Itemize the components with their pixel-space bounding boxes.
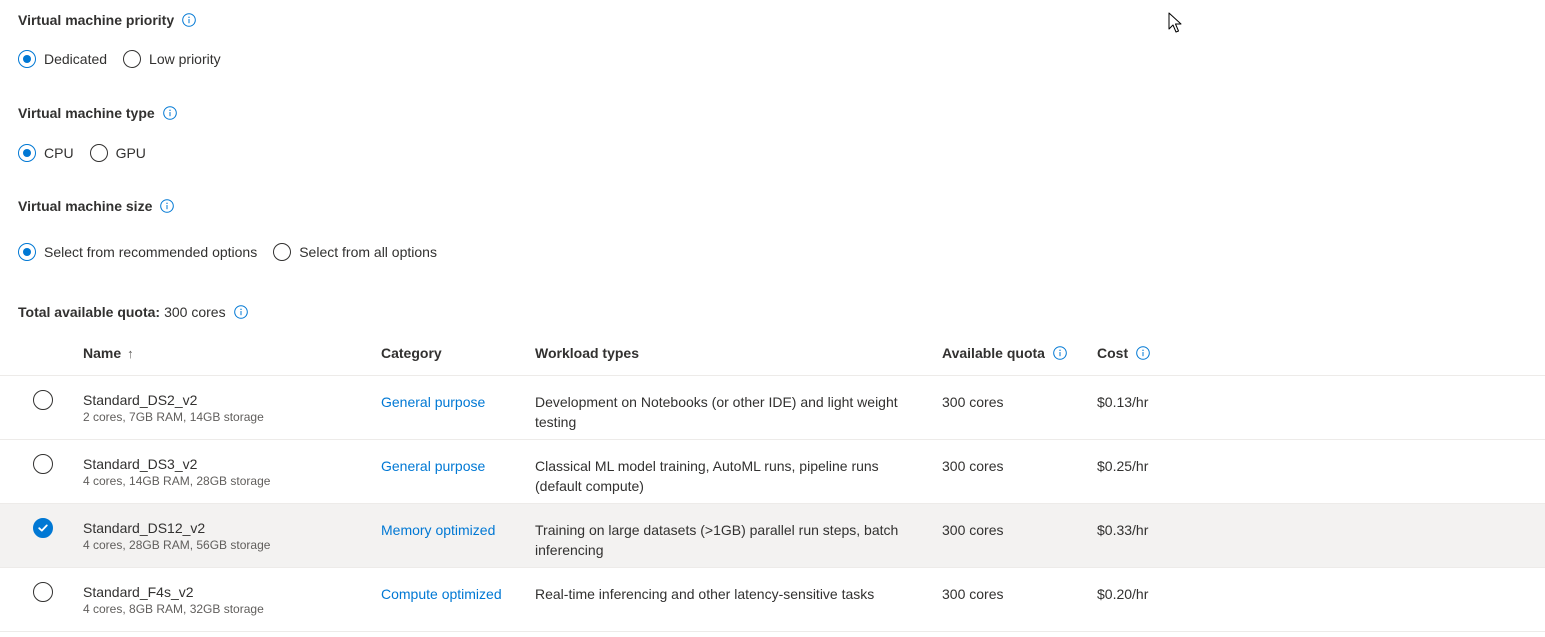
vm-size-radio-group: Select from recommended options Select f…	[18, 241, 453, 263]
vm-size-label: Virtual machine size	[18, 198, 175, 214]
radio-recommended-label: Select from recommended options	[44, 244, 258, 260]
radio-dedicated[interactable]: Dedicated	[18, 50, 107, 68]
info-icon[interactable]	[182, 13, 196, 27]
vm-type-label-text: Virtual machine type	[18, 105, 155, 121]
cell-quota: 300 cores	[942, 458, 1004, 474]
vm-name: Standard_DS3_v2	[83, 456, 198, 472]
radio-all-options[interactable]: Select from all options	[273, 243, 437, 261]
total-quota-label: Total available quota:	[18, 304, 161, 320]
column-header-workload-label: Workload types	[535, 345, 639, 361]
cell-cost: $0.13/hr	[1097, 394, 1149, 410]
cell-name: Standard_DS3_v2 4 cores, 14GB RAM, 28GB …	[83, 456, 270, 489]
info-icon[interactable]	[160, 199, 175, 213]
info-icon[interactable]	[233, 305, 248, 319]
radio-cpu[interactable]: CPU	[18, 144, 74, 162]
column-header-cost-label: Cost	[1097, 345, 1129, 361]
vm-type-label: Virtual machine type	[18, 105, 177, 121]
cell-category: General purpose	[381, 456, 485, 476]
cell-workload: Training on large datasets (>1GB) parall…	[535, 522, 899, 558]
cell-category: Compute optimized	[381, 584, 502, 604]
row-select-radio[interactable]	[33, 582, 53, 602]
column-header-cost[interactable]: Cost	[1097, 345, 1150, 361]
total-quota: Total available quota: 300 cores	[18, 304, 248, 320]
cell-category: General purpose	[381, 392, 485, 412]
cell-cost: $0.33/hr	[1097, 522, 1149, 538]
cell-cost: $0.25/hr	[1097, 458, 1149, 474]
vm-type-radio-group: CPU GPU	[18, 142, 162, 164]
info-icon[interactable]	[1136, 346, 1150, 360]
radio-low-priority[interactable]: Low priority	[123, 50, 221, 68]
vm-priority-label-text: Virtual machine priority	[18, 12, 175, 28]
vm-name: Standard_DS12_v2	[83, 520, 206, 536]
info-icon[interactable]	[162, 106, 177, 120]
radio-unchecked-icon[interactable]	[123, 50, 142, 68]
radio-gpu-label: GPU	[115, 145, 146, 161]
vm-size-label-text: Virtual machine size	[18, 198, 153, 214]
cell-workload: Development on Notebooks (or other IDE) …	[535, 394, 898, 430]
vm-name: Standard_DS2_v2	[83, 392, 198, 408]
radio-checked-icon[interactable]	[18, 144, 36, 162]
vm-size-table: Name ↑ Category Workload types Available…	[0, 333, 1545, 632]
radio-checked-icon[interactable]	[18, 243, 36, 261]
checkmark-icon[interactable]	[33, 518, 53, 538]
table-row-selected[interactable]: Standard_DS12_v2 4 cores, 28GB RAM, 56GB…	[0, 504, 1545, 568]
vm-specs: 4 cores, 8GB RAM, 32GB storage	[83, 602, 264, 616]
sort-ascending-icon: ↑	[127, 345, 134, 361]
radio-unchecked-icon[interactable]	[89, 144, 108, 162]
vm-specs: 2 cores, 7GB RAM, 14GB storage	[83, 410, 264, 424]
cell-cost: $0.20/hr	[1097, 586, 1149, 602]
cell-workload: Real-time inferencing and other latency-…	[535, 586, 875, 602]
vm-specs: 4 cores, 28GB RAM, 56GB storage	[83, 538, 271, 552]
row-select-radio[interactable]	[33, 454, 53, 474]
table-row[interactable]: Standard_DS3_v2 4 cores, 14GB RAM, 28GB …	[0, 440, 1545, 504]
cell-name: Standard_DS2_v2 2 cores, 7GB RAM, 14GB s…	[83, 392, 264, 425]
column-header-name[interactable]: Name ↑	[83, 345, 134, 361]
total-quota-value: 300 cores	[164, 304, 226, 320]
category-link[interactable]: General purpose	[381, 458, 485, 474]
column-header-available-quota-label: Available quota	[942, 345, 1045, 361]
column-header-category-label: Category	[381, 345, 442, 361]
radio-gpu[interactable]: GPU	[89, 144, 146, 162]
cell-name: Standard_DS12_v2 4 cores, 28GB RAM, 56GB…	[83, 520, 270, 553]
vm-name: Standard_F4s_v2	[83, 584, 194, 600]
cell-category: Memory optimized	[381, 520, 495, 540]
cell-name: Standard_F4s_v2 4 cores, 8GB RAM, 32GB s…	[83, 584, 264, 617]
radio-cpu-label: CPU	[44, 145, 74, 161]
table-row[interactable]: Standard_F4s_v2 4 cores, 8GB RAM, 32GB s…	[0, 568, 1545, 632]
radio-recommended-options[interactable]: Select from recommended options	[18, 243, 257, 261]
mouse-pointer-icon	[1168, 12, 1184, 37]
table-header: Name ↑ Category Workload types Available…	[0, 333, 1545, 376]
category-link[interactable]: Compute optimized	[381, 586, 502, 602]
radio-checked-icon[interactable]	[18, 50, 36, 68]
column-header-category[interactable]: Category	[381, 345, 442, 361]
info-icon[interactable]	[1053, 346, 1067, 360]
vm-specs: 4 cores, 14GB RAM, 28GB storage	[83, 474, 271, 488]
vm-priority-radio-group: Dedicated Low priority	[18, 48, 237, 70]
radio-unchecked-icon[interactable]	[273, 243, 292, 261]
cell-quota: 300 cores	[942, 394, 1004, 410]
column-header-available-quota[interactable]: Available quota	[942, 345, 1067, 361]
cell-quota: 300 cores	[942, 522, 1004, 538]
radio-low-priority-label: Low priority	[149, 51, 221, 67]
radio-dedicated-label: Dedicated	[44, 51, 108, 67]
cell-quota: 300 cores	[942, 586, 1004, 602]
table-row[interactable]: Standard_DS2_v2 2 cores, 7GB RAM, 14GB s…	[0, 376, 1545, 440]
category-link[interactable]: Memory optimized	[381, 522, 495, 538]
category-link[interactable]: General purpose	[381, 394, 485, 410]
row-select-radio[interactable]	[33, 390, 53, 410]
cell-workload: Classical ML model training, AutoML runs…	[535, 458, 879, 494]
column-header-workload[interactable]: Workload types	[535, 345, 639, 361]
radio-all-options-label: Select from all options	[299, 244, 437, 260]
column-header-name-label: Name	[83, 345, 122, 361]
vm-priority-label: Virtual machine priority	[18, 12, 196, 28]
